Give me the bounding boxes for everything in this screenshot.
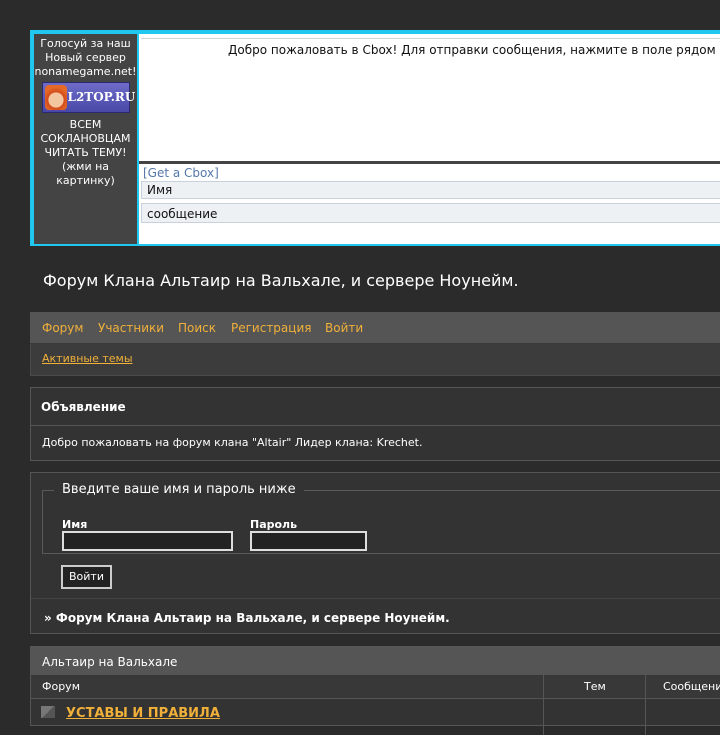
column-divider (645, 675, 646, 735)
forum-category: Альтаир на Вальхале Форум Тем Сообщени У… (30, 646, 720, 735)
cbox-welcome-text: Добро пожаловать в Cbox! Для отправки со… (228, 43, 720, 57)
announcement-header: Объявление (31, 388, 720, 426)
active-topics-link[interactable]: Активные темы (42, 352, 133, 365)
cbox-message-input[interactable]: сообщение (141, 203, 720, 223)
cbox-divider (139, 161, 720, 164)
nav-members[interactable]: Участники (98, 321, 164, 335)
cbox-message-area[interactable]: Добро пожаловать в Cbox! Для отправки со… (141, 38, 720, 162)
username-label: Имя (62, 518, 88, 531)
breadcrumb: » Форум Клана Альтаир на Вальхале, и сер… (44, 611, 450, 625)
announcement-title: Объявление (41, 400, 126, 414)
main-nav: Форум Участники Поиск Регистрация Войти (30, 312, 720, 344)
login-panel: Введите ваше имя и пароль ниже Имя Парол… (30, 472, 720, 634)
nav-forum[interactable]: Форум (42, 321, 83, 335)
forum-status-icon (41, 706, 55, 718)
divider (31, 598, 720, 599)
ad-table: Голосуй за наш Новый сервер nonamegame.n… (30, 30, 720, 246)
sub-nav: Активные темы (30, 344, 720, 376)
column-posts: Сообщени (663, 680, 720, 693)
banner-label: L2TOP.RU (67, 90, 136, 104)
column-forum: Форум (42, 680, 80, 693)
nav-login[interactable]: Войти (325, 321, 363, 335)
clan-notice[interactable]: ВСЕМ СОКЛАНОВЦАМ ЧИТАТЬ ТЕМУ! (жми на ка… (34, 118, 137, 188)
get-cbox-link[interactable]: [Get a Cbox] (143, 166, 219, 180)
category-header: Альтаир на Вальхале (31, 647, 720, 675)
forum-link-rules[interactable]: УСТАВЫ И ПРАВИЛА (66, 706, 220, 721)
login-legend: Введите ваше имя и пароль ниже (54, 482, 304, 497)
category-columns: Форум Тем Сообщени (31, 675, 720, 699)
cbox-chat: Добро пожаловать в Cbox! Для отправки со… (139, 34, 720, 244)
forum-title: Форум Клана Альтаир на Вальхале, и серве… (43, 271, 519, 290)
page: Голосуй за наш Новый сервер nonamegame.n… (0, 0, 720, 735)
password-label: Пароль (250, 518, 298, 531)
password-input[interactable] (250, 531, 367, 551)
l2top-banner[interactable]: L2TOP.RU (41, 82, 135, 113)
column-divider (543, 675, 544, 735)
nav-register[interactable]: Регистрация (231, 321, 311, 335)
character-icon (44, 85, 67, 110)
login-button[interactable]: Войти (61, 565, 112, 589)
nav-search[interactable]: Поиск (178, 321, 216, 335)
vote-text: Голосуй за наш Новый сервер nonamegame.n… (34, 37, 137, 78)
announcement: Объявление Добро пожаловать на форум кла… (30, 387, 720, 461)
login-fieldset: Введите ваше имя и пароль ниже Имя Парол… (42, 482, 720, 554)
ad-sidebar: Голосуй за наш Новый сервер nonamegame.n… (34, 34, 137, 244)
cbox-name-input[interactable]: Имя (141, 181, 720, 199)
category-title: Альтаир на Вальхале (42, 655, 178, 669)
username-input[interactable] (62, 531, 233, 551)
announcement-body: Добро пожаловать на форум клана "Altair"… (42, 436, 423, 449)
column-topics: Тем (584, 680, 606, 693)
